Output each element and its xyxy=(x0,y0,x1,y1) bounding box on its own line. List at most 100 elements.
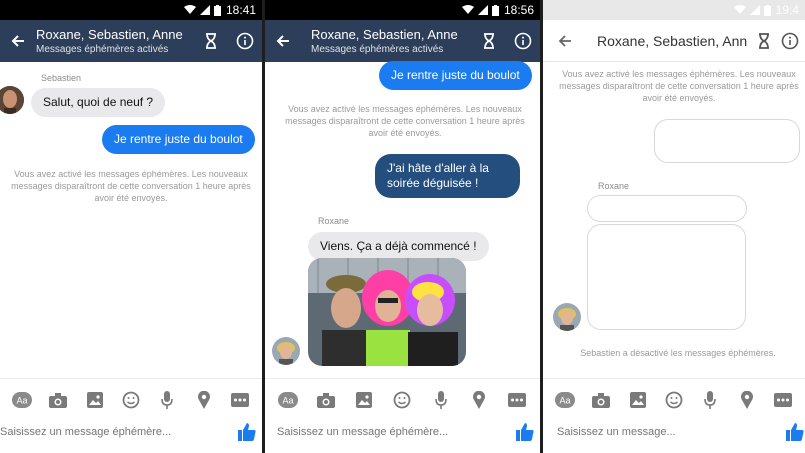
avatar[interactable] xyxy=(272,337,300,365)
location-button[interactable] xyxy=(736,389,758,411)
header-text[interactable]: Roxane, Sebastien, Anne Messages éphémèr… xyxy=(36,27,194,55)
status-icons xyxy=(461,4,499,16)
ephemeral-timer-button[interactable] xyxy=(747,20,781,61)
message-bubble-outgoing[interactable]: Je rentre juste du boulot xyxy=(379,61,532,90)
text-format-button[interactable]: Aa xyxy=(277,389,299,411)
info-button[interactable] xyxy=(506,20,540,62)
microphone-button[interactable] xyxy=(699,389,721,411)
status-bar: 19:4 xyxy=(543,0,805,20)
avatar[interactable] xyxy=(553,303,581,331)
message-bubble-outgoing-expiring[interactable]: J'ai hâte d'aller à la soirée déguisée ! xyxy=(375,154,520,198)
message-bubble-incoming[interactable]: Salut, quoi de neuf ? xyxy=(31,88,166,117)
composer xyxy=(265,417,540,447)
avatar[interactable] xyxy=(0,86,24,114)
camera-button[interactable] xyxy=(590,389,612,411)
info-icon xyxy=(781,32,799,49)
phone-screen-1: 18:41 Roxane, Sebastien, Anne Messages é… xyxy=(0,0,262,453)
image-icon xyxy=(86,392,103,408)
sender-name: Roxane xyxy=(318,216,350,226)
text-format-button[interactable]: Aa xyxy=(554,389,576,411)
expired-message-placeholder xyxy=(587,195,747,222)
hourglass-icon xyxy=(484,33,494,49)
status-time: 18:56 xyxy=(503,3,534,17)
composer-toolbar: Aa xyxy=(543,383,805,417)
camera-button[interactable] xyxy=(315,389,337,411)
text-format-button[interactable]: Aa xyxy=(11,389,33,411)
status-time: 19:4 xyxy=(775,3,799,17)
camera-button[interactable] xyxy=(47,389,69,411)
ephemeral-timer-button[interactable] xyxy=(194,20,228,62)
sender-name: Sebastien xyxy=(41,73,82,83)
party-photo-icon xyxy=(308,258,466,366)
status-time: 18:41 xyxy=(225,3,256,17)
phone-screen-3: 19:4 Roxane, Sebastien, Anne Vous avez a… xyxy=(543,0,805,453)
divider xyxy=(0,378,262,379)
info-button[interactable] xyxy=(228,20,262,62)
like-button[interactable] xyxy=(232,423,262,441)
message-input[interactable] xyxy=(277,426,510,438)
message-input[interactable] xyxy=(0,426,232,438)
person-photo-icon xyxy=(272,337,300,365)
info-icon xyxy=(236,32,254,50)
more-button[interactable] xyxy=(229,389,251,411)
signal-icon xyxy=(199,5,210,15)
more-icon xyxy=(773,393,792,407)
gallery-button[interactable] xyxy=(627,389,649,411)
info-button[interactable] xyxy=(781,20,805,61)
back-button[interactable] xyxy=(543,20,587,61)
more-button[interactable] xyxy=(506,389,528,411)
arrow-left-icon xyxy=(11,35,24,47)
text-format-icon: Aa xyxy=(12,392,33,408)
emoji-icon xyxy=(665,391,683,409)
gallery-button[interactable] xyxy=(84,389,106,411)
conversation-title: Roxane, Sebastien, Anne xyxy=(311,27,458,42)
hourglass-icon xyxy=(206,33,216,49)
system-notice: Vous avez activé les messages éphémères.… xyxy=(559,69,799,103)
location-button[interactable] xyxy=(468,389,490,411)
person-photo-icon xyxy=(553,303,581,331)
header-text[interactable]: Roxane, Sebastien, Anne xyxy=(587,33,747,49)
ephemeral-timer-button[interactable] xyxy=(472,20,506,62)
conversation-subtitle: Messages éphémères activés xyxy=(36,44,169,55)
header-text[interactable]: Roxane, Sebastien, Anne Messages éphémèr… xyxy=(301,27,472,55)
wifi-icon xyxy=(183,5,196,14)
person-photo-icon xyxy=(0,86,24,114)
status-icons xyxy=(733,4,771,16)
hourglass-icon xyxy=(759,32,769,49)
expired-message-placeholder xyxy=(654,119,800,163)
message-input[interactable] xyxy=(557,426,785,438)
arrow-left-icon xyxy=(276,35,289,47)
emoji-button[interactable] xyxy=(391,389,413,411)
message-bubble-incoming[interactable]: Viens. Ça a déjà commencé ! xyxy=(308,232,489,261)
system-notice: Vous avez activé les messages éphémères.… xyxy=(11,169,251,203)
sender-name: Roxane xyxy=(598,181,630,191)
camera-icon xyxy=(317,392,336,408)
composer xyxy=(0,417,262,447)
emoji-icon xyxy=(394,391,411,409)
microphone-icon xyxy=(434,391,447,409)
emoji-button[interactable] xyxy=(663,389,685,411)
gallery-button[interactable] xyxy=(353,389,375,411)
location-button[interactable] xyxy=(193,389,215,411)
more-icon xyxy=(230,393,249,407)
microphone-button[interactable] xyxy=(430,389,452,411)
status-bar: 18:56 xyxy=(265,0,540,20)
more-button[interactable] xyxy=(772,389,794,411)
aa-label: Aa xyxy=(17,396,28,406)
like-button[interactable] xyxy=(785,423,805,441)
status-bar: 18:41 xyxy=(0,0,262,20)
shared-photo[interactable] xyxy=(308,258,466,366)
wifi-icon xyxy=(733,5,746,14)
emoji-button[interactable] xyxy=(120,389,142,411)
back-button[interactable] xyxy=(0,20,36,62)
message-bubble-outgoing[interactable]: Je rentre juste du boulot xyxy=(102,125,255,154)
microphone-button[interactable] xyxy=(156,389,178,411)
camera-icon xyxy=(592,392,611,408)
composer-toolbar: Aa xyxy=(0,383,262,417)
back-button[interactable] xyxy=(265,20,301,62)
camera-icon xyxy=(49,392,68,408)
emoji-icon xyxy=(122,391,140,409)
signal-icon xyxy=(749,5,760,15)
conversation-title: Roxane, Sebastien, Anne xyxy=(597,32,747,49)
like-button[interactable] xyxy=(510,423,540,441)
